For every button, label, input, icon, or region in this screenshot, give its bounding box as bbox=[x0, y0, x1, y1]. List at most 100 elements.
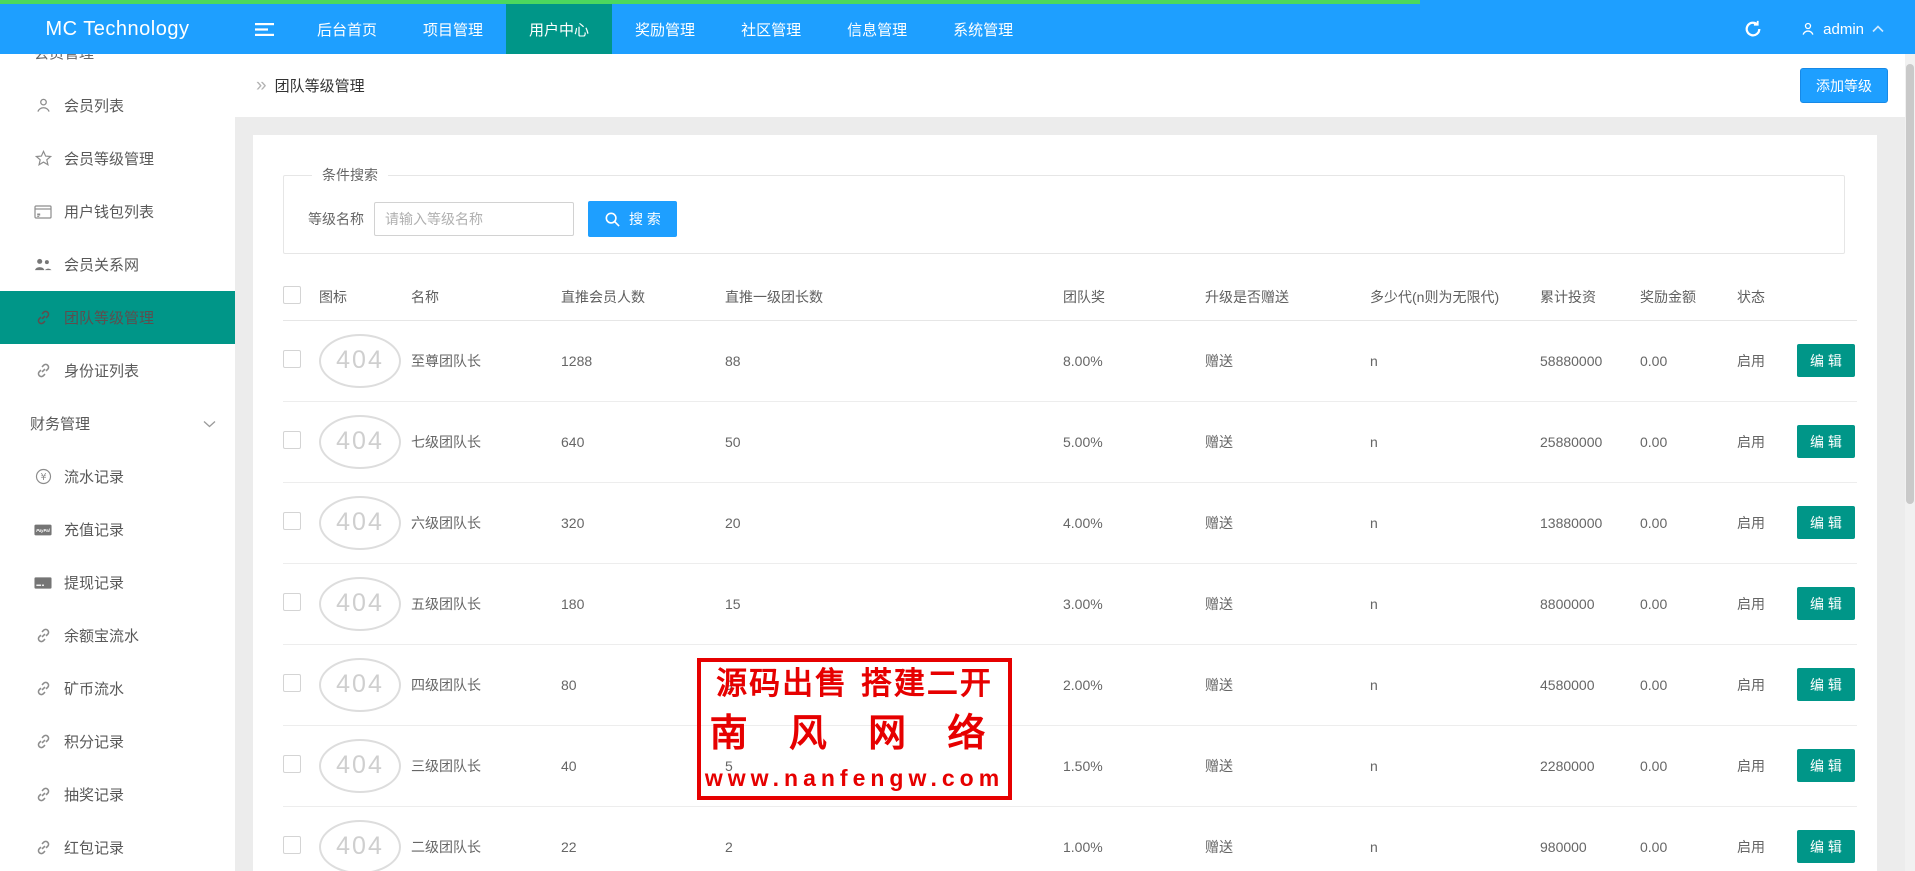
select-all-checkbox[interactable] bbox=[283, 286, 301, 304]
sidebar-item[interactable]: 会员列表 bbox=[0, 79, 235, 132]
row-checkbox[interactable] bbox=[283, 350, 301, 368]
breadcrumb-arrow-icon: » bbox=[256, 75, 267, 97]
content-card: 条件搜索 等级名称 搜 索 bbox=[253, 135, 1877, 871]
edit-button[interactable]: 编 辑 bbox=[1797, 425, 1855, 458]
refresh-icon[interactable] bbox=[1744, 20, 1762, 38]
sidebar-item[interactable]: 积分记录 bbox=[0, 715, 235, 768]
cell-upgrade-gift: 赠送 bbox=[1205, 482, 1370, 563]
search-button-label: 搜 索 bbox=[629, 209, 661, 229]
edit-button[interactable]: 编 辑 bbox=[1797, 830, 1855, 863]
cell-direct-leaders: 9 bbox=[725, 644, 1063, 725]
sidebar-item[interactable]: 团队等级管理 bbox=[0, 291, 235, 344]
sidebar-item[interactable]: 抽奖记录 bbox=[0, 768, 235, 821]
navbar-item[interactable]: 后台首页 bbox=[294, 4, 400, 54]
cell-direct-leaders: 15 bbox=[725, 563, 1063, 644]
cell-reward-amount: 0.00 bbox=[1640, 563, 1737, 644]
level-name-input[interactable] bbox=[374, 202, 574, 236]
breadcrumb: 团队等级管理 bbox=[275, 75, 365, 96]
cell-generations: n bbox=[1370, 482, 1540, 563]
cell-reward-amount: 0.00 bbox=[1640, 482, 1737, 563]
navbar-item[interactable]: 系统管理 bbox=[930, 4, 1036, 54]
edit-button[interactable]: 编 辑 bbox=[1797, 668, 1855, 701]
sidebar-item[interactable]: 余额宝流水 bbox=[0, 609, 235, 662]
levels-table: 图标名称直推会员人数直推一级团长数团队奖升级是否赠送多少代(n则为无限代)累计投… bbox=[283, 274, 1857, 871]
link-icon bbox=[34, 680, 52, 698]
cell-name: 三级团队长 bbox=[411, 725, 561, 806]
sidebar-item-label: 提现记录 bbox=[64, 572, 124, 593]
cell-direct-members: 320 bbox=[561, 482, 725, 563]
cell-total-invest: 8800000 bbox=[1540, 563, 1640, 644]
cell-team-reward: 1.00% bbox=[1063, 806, 1205, 871]
row-checkbox[interactable] bbox=[283, 836, 301, 854]
search-row: 等级名称 搜 索 bbox=[300, 201, 1828, 237]
row-checkbox[interactable] bbox=[283, 512, 301, 530]
row-checkbox[interactable] bbox=[283, 674, 301, 692]
cell-generations: n bbox=[1370, 401, 1540, 482]
sidebar-item-clipped[interactable]: 会员管理 bbox=[0, 54, 235, 79]
caret-up-icon bbox=[1871, 24, 1885, 34]
edit-button[interactable]: 编 辑 bbox=[1797, 506, 1855, 539]
search-button[interactable]: 搜 索 bbox=[588, 201, 677, 237]
cell-team-reward: 4.00% bbox=[1063, 482, 1205, 563]
sidebar-item-label: 矿币流水 bbox=[64, 678, 124, 699]
cell-generations: n bbox=[1370, 725, 1540, 806]
cell-direct-members: 22 bbox=[561, 806, 725, 871]
link-icon bbox=[34, 309, 52, 327]
navbar-right: admin bbox=[1744, 4, 1915, 54]
page-scrollbar[interactable] bbox=[1905, 54, 1915, 871]
cell-generations: n bbox=[1370, 563, 1540, 644]
cell-reward-amount: 0.00 bbox=[1640, 725, 1737, 806]
cell-status: 启用 bbox=[1737, 320, 1797, 401]
add-level-button[interactable]: 添加等级 bbox=[1800, 68, 1888, 103]
cell-upgrade-gift: 赠送 bbox=[1205, 563, 1370, 644]
hamburger-icon[interactable] bbox=[235, 4, 294, 54]
brand-logo[interactable]: MC Technology bbox=[0, 4, 235, 54]
paypal-icon: PayPal bbox=[34, 521, 52, 539]
sidebar-item[interactable]: 身份证列表 bbox=[0, 344, 235, 397]
sidebar-item[interactable]: 财务管理 bbox=[0, 397, 235, 450]
user-menu[interactable]: admin bbox=[1800, 21, 1885, 38]
cell-reward-amount: 0.00 bbox=[1640, 320, 1737, 401]
sidebar-item[interactable]: 会员关系网 bbox=[0, 238, 235, 291]
sidebar-item-label: 余额宝流水 bbox=[64, 625, 139, 646]
navbar-item[interactable]: 信息管理 bbox=[824, 4, 930, 54]
sidebar-item[interactable]: PayPal充值记录 bbox=[0, 503, 235, 556]
column-header bbox=[1797, 274, 1857, 320]
navbar-item[interactable]: 奖励管理 bbox=[612, 4, 718, 54]
sidebar-item[interactable]: ¥流水记录 bbox=[0, 450, 235, 503]
table-header-row: 图标名称直推会员人数直推一级团长数团队奖升级是否赠送多少代(n则为无限代)累计投… bbox=[283, 274, 1857, 320]
search-icon bbox=[604, 211, 621, 228]
loading-progress-bar bbox=[0, 0, 1420, 4]
cell-name: 四级团队长 bbox=[411, 644, 561, 725]
scrollbar-thumb[interactable] bbox=[1906, 64, 1914, 504]
cell-direct-members: 640 bbox=[561, 401, 725, 482]
cell-direct-members: 80 bbox=[561, 644, 725, 725]
row-checkbox[interactable] bbox=[283, 431, 301, 449]
cell-direct-leaders: 2 bbox=[725, 806, 1063, 871]
link-icon bbox=[34, 627, 52, 645]
sidebar-item[interactable]: 红包记录 bbox=[0, 821, 235, 871]
cell-generations: n bbox=[1370, 644, 1540, 725]
column-header: 图标 bbox=[319, 274, 411, 320]
cell-name: 五级团队长 bbox=[411, 563, 561, 644]
sidebar-item[interactable]: 会员等级管理 bbox=[0, 132, 235, 185]
sidebar-item[interactable]: 提现记录 bbox=[0, 556, 235, 609]
users-icon bbox=[34, 256, 52, 274]
cell-name: 六级团队长 bbox=[411, 482, 561, 563]
row-checkbox[interactable] bbox=[283, 593, 301, 611]
edit-button[interactable]: 编 辑 bbox=[1797, 587, 1855, 620]
column-header: 多少代(n则为无限代) bbox=[1370, 274, 1540, 320]
link-icon bbox=[34, 362, 52, 380]
sidebar-item[interactable]: 矿币流水 bbox=[0, 662, 235, 715]
cell-status: 启用 bbox=[1737, 401, 1797, 482]
navbar-item[interactable]: 用户中心 bbox=[506, 4, 612, 54]
edit-button[interactable]: 编 辑 bbox=[1797, 749, 1855, 782]
edit-button[interactable]: 编 辑 bbox=[1797, 344, 1855, 377]
navbar-item[interactable]: 社区管理 bbox=[718, 4, 824, 54]
row-checkbox[interactable] bbox=[283, 755, 301, 773]
navbar-item[interactable]: 项目管理 bbox=[400, 4, 506, 54]
sidebar-item[interactable]: 用户钱包列表 bbox=[0, 185, 235, 238]
column-header: 累计投资 bbox=[1540, 274, 1640, 320]
navbar-menu: 后台首页项目管理用户中心奖励管理社区管理信息管理系统管理 bbox=[294, 4, 1036, 54]
cell-direct-leaders: 88 bbox=[725, 320, 1063, 401]
